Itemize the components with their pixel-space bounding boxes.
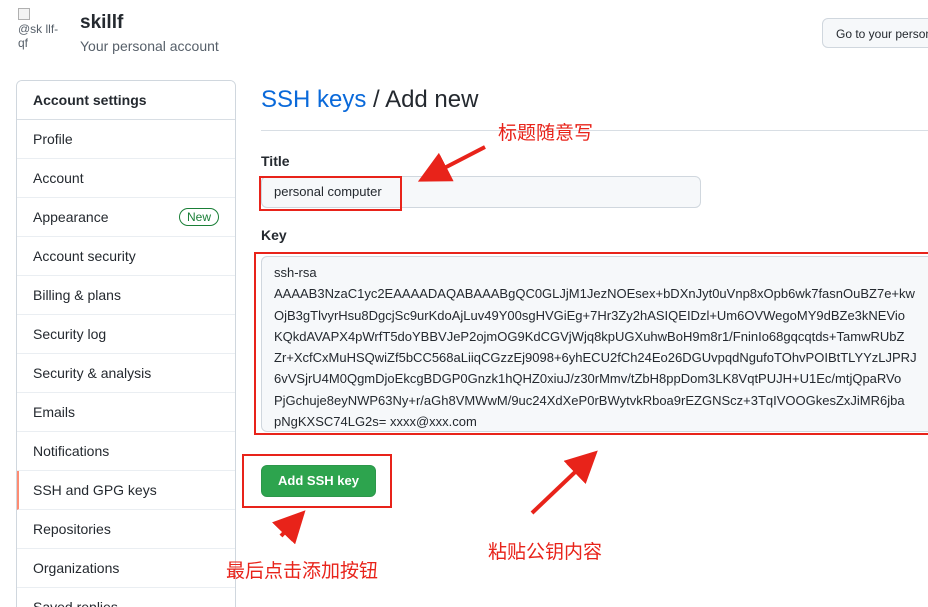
arrow-to-title bbox=[417, 145, 486, 182]
title-annotation: 标题随意写 bbox=[498, 123, 594, 144]
key-annotation: 粘贴公钥内容 bbox=[488, 542, 603, 563]
arrow-to-button bbox=[271, 510, 306, 545]
arrow-to-key bbox=[530, 450, 598, 515]
button-annotation: 最后点击添加按钮 bbox=[226, 561, 379, 582]
settings-page: @sk llf-qf skillf Your personal account … bbox=[0, 0, 928, 607]
annotation-arrows bbox=[271, 145, 598, 545]
